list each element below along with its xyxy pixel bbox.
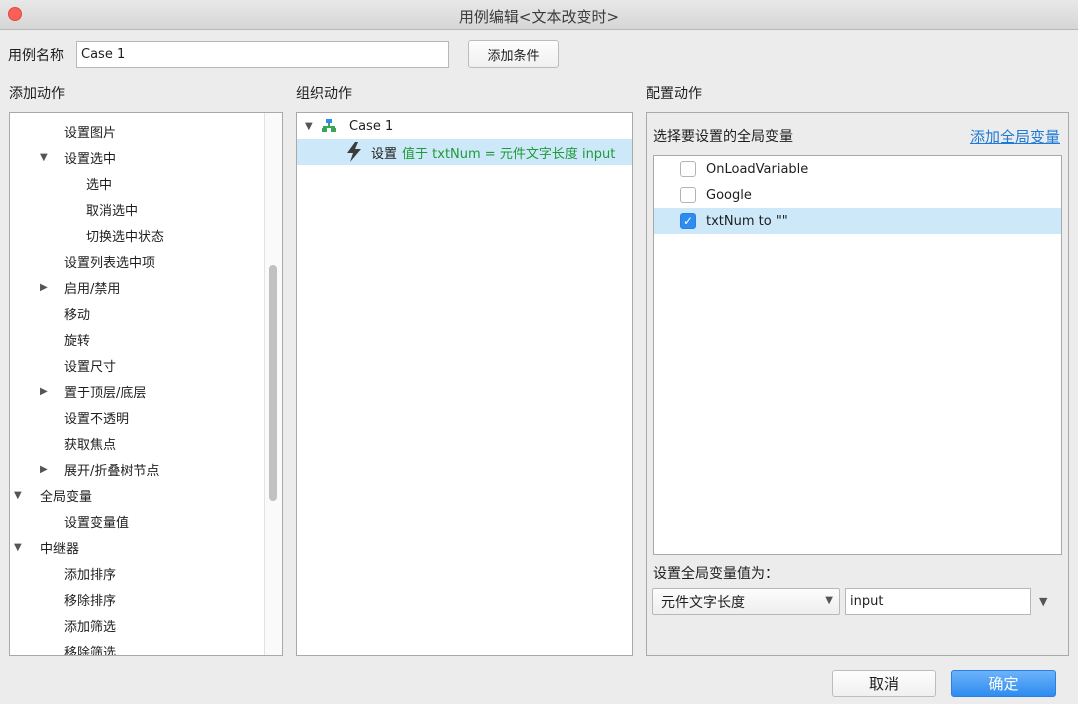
chevron-down-icon[interactable]: ▼ <box>1039 595 1047 608</box>
variable-item[interactable]: ✓ txtNum to "" <box>654 208 1061 234</box>
variable-label: OnLoadVariable <box>706 161 809 177</box>
action-tree-item-label: 获取焦点 <box>64 437 117 453</box>
scrollbar-thumb[interactable] <box>269 265 277 501</box>
action-row[interactable]: 设置 值于 txtNum = 元件文字长度 input <box>297 139 632 165</box>
action-tree-item[interactable]: 设置变量值 <box>10 508 282 534</box>
variable-label: txtNum to "" <box>706 213 788 229</box>
config-action-header: 配置动作 <box>646 86 702 102</box>
chevron-down-icon[interactable]: ▼ <box>14 542 28 553</box>
action-tree-item[interactable]: ▶ 展开/折叠树节点 <box>10 456 282 482</box>
add-condition-button[interactable]: 添加条件 <box>468 40 559 68</box>
action-tree-item[interactable]: 设置不透明 <box>10 404 282 430</box>
checkbox[interactable] <box>680 161 696 177</box>
window-title: 用例编辑<文本改变时> <box>458 8 620 26</box>
action-tree-item-label: 设置不透明 <box>64 411 130 427</box>
cancel-button[interactable]: 取消 <box>832 670 936 697</box>
variable-item[interactable]: OnLoadVariable <box>654 156 1061 182</box>
action-tree-item[interactable]: 选中 <box>10 170 282 196</box>
chevron-right-icon[interactable]: ▶ <box>40 386 54 397</box>
action-tree-item[interactable]: 切换选中状态 <box>10 222 282 248</box>
action-tree-item[interactable]: ▼ 设置选中 <box>10 144 282 170</box>
action-tree-item-label: 移除筛选 <box>64 645 117 656</box>
chevron-down-icon: ▼ <box>825 595 833 606</box>
case-tree-icon <box>321 118 341 134</box>
action-prefix: 设置 <box>371 146 398 162</box>
case-name-input[interactable] <box>76 41 449 68</box>
variable-list: OnLoadVariable Google ✓ txtNum to "" <box>653 155 1062 555</box>
title-bar: 用例编辑<文本改变时> <box>0 0 1078 30</box>
add-action-header: 添加动作 <box>9 86 65 102</box>
action-tree-item[interactable]: ▼ 全局变量 <box>10 482 282 508</box>
action-tree-item[interactable]: 移动 <box>10 300 282 326</box>
action-tree-item[interactable]: 添加筛选 <box>10 612 282 638</box>
action-tree-item-label: 添加筛选 <box>64 619 117 635</box>
action-tree-item[interactable]: ▶ 置于顶层/底层 <box>10 378 282 404</box>
action-detail: 值于 txtNum = 元件文字长度 input <box>402 146 616 162</box>
select-variable-label: 选择要设置的全局变量 <box>653 129 793 145</box>
case-node[interactable]: ▼ Case 1 <box>297 113 632 139</box>
action-tree-item-label: 置于顶层/底层 <box>64 385 147 401</box>
action-tree-item[interactable]: 旋转 <box>10 326 282 352</box>
ok-button[interactable]: 确定 <box>951 670 1056 697</box>
chevron-down-icon[interactable]: ▼ <box>40 152 54 163</box>
chevron-right-icon[interactable]: ▶ <box>40 282 54 293</box>
variable-label: Google <box>706 187 752 203</box>
set-value-label: 设置全局变量值为： <box>653 566 779 582</box>
action-tree-item[interactable]: ▶ 启用/禁用 <box>10 274 282 300</box>
chevron-down-icon[interactable]: ▼ <box>305 121 319 132</box>
value-type-text: 元件文字长度 <box>661 594 745 611</box>
action-tree-item-label: 取消选中 <box>86 203 139 219</box>
action-tree-item[interactable]: 设置列表选中项 <box>10 248 282 274</box>
value-type-select[interactable]: 元件文字长度 ▼ <box>652 588 840 615</box>
chevron-right-icon[interactable]: ▶ <box>40 464 54 475</box>
value-target-input[interactable] <box>845 588 1031 615</box>
action-tree-item[interactable]: ▼ 中继器 <box>10 534 282 560</box>
action-tree-item-label: 设置变量值 <box>64 515 130 531</box>
action-tree-item-label: 展开/折叠树节点 <box>64 463 160 479</box>
action-tree-item[interactable]: 添加排序 <box>10 560 282 586</box>
add-global-variable-link[interactable]: 添加全局变量 <box>970 126 1060 147</box>
action-tree-item-label: 设置列表选中项 <box>64 255 156 271</box>
scrollbar-track[interactable] <box>264 113 282 655</box>
config-panel: 选择要设置的全局变量 添加全局变量 OnLoadVariable Google ✓ t… <box>646 112 1069 656</box>
action-tree-item-label: 移除排序 <box>64 593 117 609</box>
action-tree-item-label: 移动 <box>64 307 91 323</box>
organize-action-header: 组织动作 <box>296 86 352 102</box>
case-name-label: 用例名称 <box>8 48 64 64</box>
action-tree-item[interactable]: 移除筛选 <box>10 638 282 656</box>
chevron-down-icon[interactable]: ▼ <box>14 490 28 501</box>
action-tree-item-label: 全局变量 <box>40 489 93 505</box>
check-icon[interactable]: ✓ <box>680 213 696 229</box>
action-tree-item[interactable]: 移除排序 <box>10 586 282 612</box>
action-tree-item-label: 设置选中 <box>64 151 117 167</box>
action-tree-item[interactable]: 设置图片 <box>10 118 282 144</box>
variable-item[interactable]: Google <box>654 182 1061 208</box>
action-tree-item[interactable]: 获取焦点 <box>10 430 282 456</box>
action-tree-item-label: 设置尺寸 <box>64 359 117 375</box>
action-tree-item-label: 旋转 <box>64 333 91 349</box>
action-tree-item[interactable]: 取消选中 <box>10 196 282 222</box>
action-tree-item-label: 选中 <box>86 177 113 193</box>
action-tree-item[interactable]: 设置尺寸 <box>10 352 282 378</box>
case-label: Case 1 <box>349 118 394 134</box>
action-tree-item-label: 切换选中状态 <box>86 229 165 245</box>
lightning-icon <box>345 142 363 162</box>
organize-panel: ▼ Case 1 设置 值于 txtNum = 元件文字长度 input <box>296 112 633 656</box>
action-tree-item-label: 中继器 <box>40 541 80 557</box>
action-tree-item-label: 启用/禁用 <box>64 281 121 297</box>
action-tree-item-label: 设置图片 <box>64 125 117 141</box>
checkbox[interactable] <box>680 187 696 203</box>
action-tree-panel: 设置图片 ▼ 设置选中 选中 取消选中 切换选中状态 设置列表选中项 ▶ 启用/禁用 移动 旋转 设置… <box>9 112 283 656</box>
action-tree-item-label: 添加排序 <box>64 567 117 583</box>
